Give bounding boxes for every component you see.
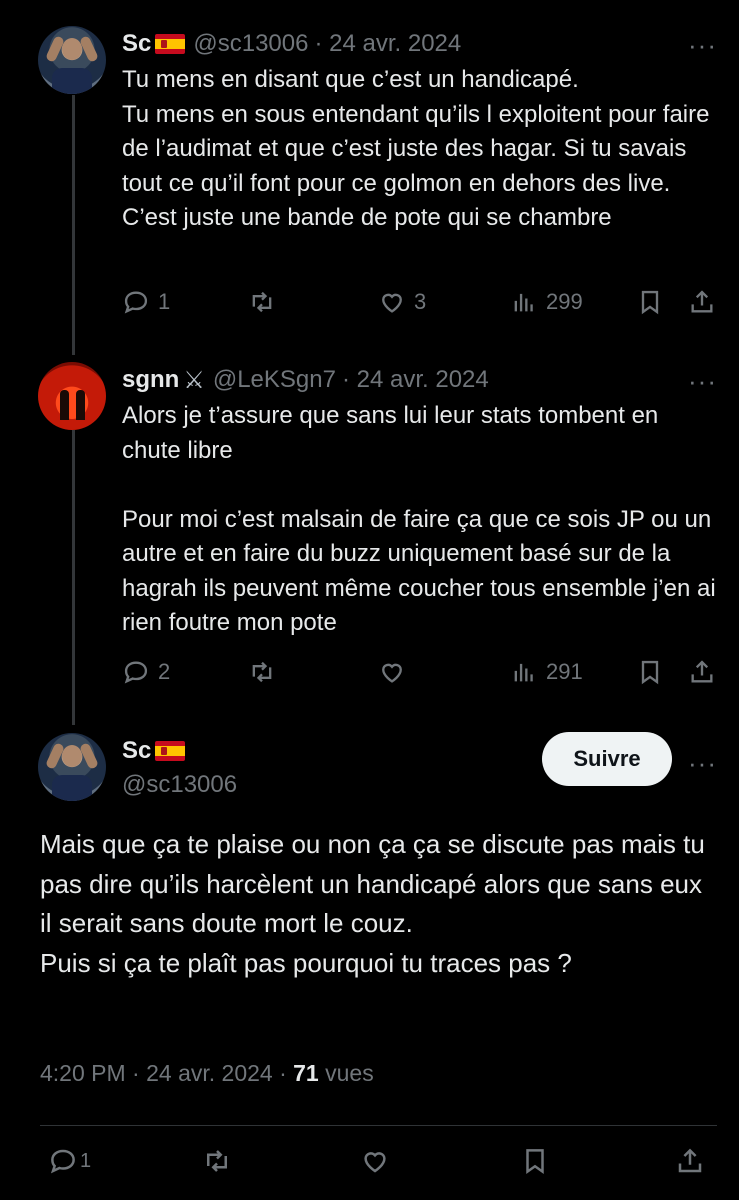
tweet-text: Alors je t’assure que sans lui leur stat… [122, 402, 716, 636]
like-icon [364, 1152, 386, 1173]
handle[interactable]: @sc13006 [122, 771, 237, 799]
tweet-text: Mais que ça te plaise ou non ça ça se di… [40, 829, 705, 978]
main-tweet-actions: 1 [40, 1146, 717, 1186]
tweet-header: sgnn ⚔ @LeKSgn7 · 24 avr. 2024 [122, 364, 489, 396]
tweet-date[interactable]: · 24 avr. 2024 [342, 366, 489, 394]
more-icon[interactable]: ··· [688, 32, 717, 58]
tweet-date[interactable]: · 24 avr. 2024 [314, 30, 461, 58]
reply-count: 1 [158, 289, 171, 314]
tweet-meta: 4:20 PM · 24 avr. 2024 · 71 vues [40, 1060, 374, 1087]
display-name[interactable]: Sc [122, 737, 151, 765]
tweet-actions: 2 291 [122, 658, 717, 698]
like-button[interactable]: 3 [378, 288, 426, 316]
tweet-date[interactable]: · 24 avr. 2024 · [132, 1060, 287, 1086]
share-icon [691, 660, 713, 683]
views-icon [514, 293, 533, 312]
retweet-icon [207, 1150, 227, 1172]
views-icon [514, 663, 533, 682]
bookmark-button[interactable] [636, 288, 664, 316]
like-button[interactable] [360, 1146, 390, 1176]
reply-button[interactable]: 1 [122, 288, 170, 316]
share-icon [691, 290, 713, 313]
like-icon [382, 663, 402, 683]
views-count: 291 [546, 659, 583, 684]
display-name[interactable]: sgnn [122, 366, 179, 394]
avatar[interactable] [38, 26, 106, 94]
handle[interactable]: @LeKSgn7 [213, 366, 336, 394]
main-tweet-handle-row: @sc13006 [122, 770, 237, 800]
tweet-actions: 1 3 299 [122, 288, 717, 328]
tweet-header: Sc @sc13006 · 24 avr. 2024 [122, 28, 461, 60]
share-button[interactable] [688, 288, 716, 316]
share-button[interactable] [688, 658, 716, 686]
like-count: 3 [414, 289, 427, 314]
bookmark-button[interactable] [520, 1146, 550, 1176]
more-icon[interactable]: ··· [688, 368, 717, 394]
share-button[interactable] [675, 1146, 705, 1176]
share-icon [678, 1148, 702, 1173]
like-button[interactable] [378, 658, 414, 686]
bookmark-icon [641, 660, 659, 685]
avatar[interactable] [38, 362, 106, 430]
retweet-button[interactable] [202, 1146, 232, 1176]
reply-count: 1 [80, 1149, 92, 1172]
bookmark-icon [641, 290, 659, 315]
avatar[interactable] [38, 733, 106, 801]
tweet-time[interactable]: 4:20 PM [40, 1060, 126, 1086]
spain-flag-icon [155, 741, 186, 761]
retweet-button[interactable] [248, 658, 284, 686]
display-name[interactable]: Sc [122, 30, 151, 58]
tweet-text: Tu mens en disant que c’est un handicapé… [122, 66, 710, 231]
reply-button[interactable]: 1 [48, 1146, 91, 1176]
main-tweet-name: Sc [122, 736, 186, 766]
views-button[interactable]: 291 [510, 658, 583, 686]
crossed-swords-icon: ⚔ [183, 366, 205, 394]
spain-flag-icon [155, 34, 186, 54]
reply-icon [50, 1149, 75, 1174]
follow-button[interactable]: Suivre [542, 732, 672, 786]
reply-icon [124, 291, 148, 314]
handle[interactable]: @sc13006 [193, 30, 308, 58]
retweet-button[interactable] [248, 288, 284, 316]
bookmark-icon [526, 1149, 544, 1175]
thread-line [72, 430, 75, 725]
retweet-icon [252, 291, 272, 313]
views-button[interactable]: 299 [510, 288, 583, 316]
reply-button[interactable]: 2 [122, 658, 170, 686]
views-label: vues [325, 1060, 374, 1086]
views-count: 299 [546, 289, 583, 314]
like-icon [382, 293, 402, 313]
thread-line [72, 95, 75, 355]
more-icon[interactable]: ··· [688, 750, 717, 776]
retweet-icon [252, 661, 272, 683]
bookmark-button[interactable] [636, 658, 664, 686]
reply-count: 2 [158, 659, 171, 684]
reply-icon [124, 661, 148, 684]
divider [40, 1125, 717, 1126]
views-count: 71 [293, 1060, 319, 1086]
